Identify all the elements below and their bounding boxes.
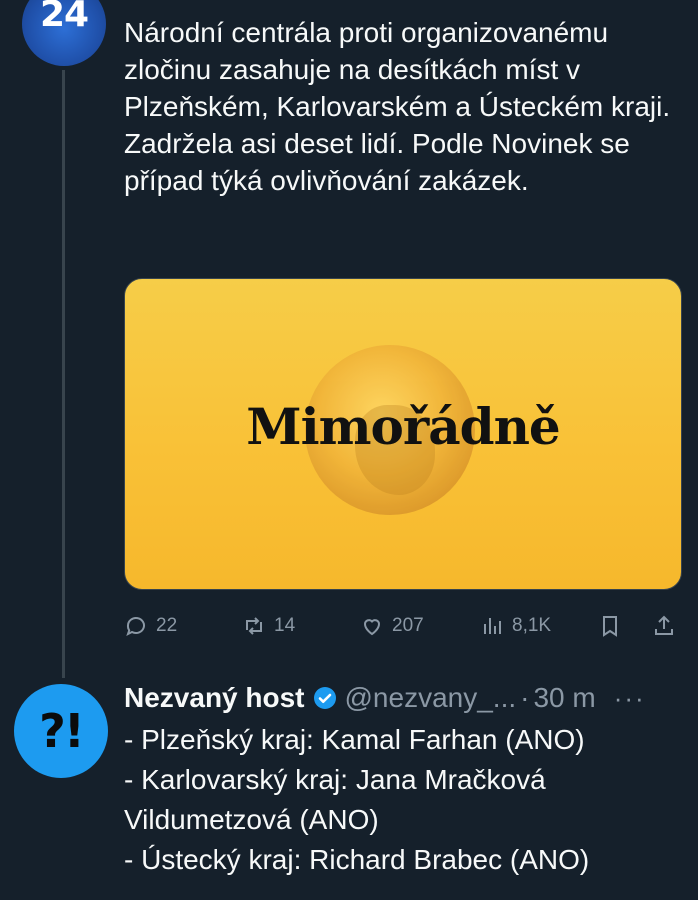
more-options-button[interactable]: ··· xyxy=(614,683,646,714)
avatar-nezvany-host[interactable]: ?! xyxy=(14,684,108,778)
tweet-media-card[interactable]: Mimořádně xyxy=(124,278,682,590)
bar-chart-icon xyxy=(484,618,501,634)
tweet-line: - Ústecký kraj: Richard Brabec (ANO) xyxy=(124,844,590,875)
thread-connector-line xyxy=(62,70,65,678)
retweet-count: 14 xyxy=(274,615,296,636)
like-button[interactable]: 207 xyxy=(360,608,424,644)
author-handle[interactable]: @nezvany_... xyxy=(345,682,517,714)
tweet-header: Nezvaný host @nezvany_... · 30 m ··· xyxy=(124,678,684,718)
media-title: Mimořádně xyxy=(246,397,560,456)
tweet-actions-bar: 22 14 207 8,1K xyxy=(124,608,684,644)
share-icon xyxy=(655,615,673,635)
avatar-text: 24 xyxy=(39,0,89,35)
views-count: 8,1K xyxy=(512,615,552,636)
reply-button[interactable]: 22 xyxy=(124,608,177,644)
tweet-line: - Karlovarský kraj: Jana Mračková xyxy=(124,764,546,795)
retweet-button[interactable]: 14 xyxy=(242,608,295,644)
like-count: 207 xyxy=(392,615,424,636)
share-button[interactable] xyxy=(652,608,676,644)
tweet-text: - Plzeňský kraj: Kamal Farhan (ANO) - Ka… xyxy=(124,720,684,880)
heart-icon xyxy=(363,619,381,636)
comment-icon xyxy=(126,617,145,636)
author-name[interactable]: Nezvaný host xyxy=(124,682,305,714)
verified-badge-icon xyxy=(313,687,336,709)
avatar-ct24[interactable]: 24 xyxy=(22,0,106,66)
tweet-line: - Plzeňský kraj: Kamal Farhan (ANO) xyxy=(124,724,585,755)
reply-count: 22 xyxy=(156,615,178,636)
tweet-line: Vildumetzová (ANO) xyxy=(124,804,379,835)
avatar-text: ?! xyxy=(39,704,85,758)
views-button[interactable]: 8,1K xyxy=(480,608,551,644)
bookmark-button[interactable] xyxy=(598,608,622,644)
separator-dot: · xyxy=(520,682,530,713)
tweet-timestamp[interactable]: 30 m xyxy=(533,682,595,714)
retweet-icon xyxy=(246,617,262,635)
tweet-text: Národní centrála proti organizovanému zl… xyxy=(124,17,671,196)
bookmark-icon xyxy=(603,616,617,637)
